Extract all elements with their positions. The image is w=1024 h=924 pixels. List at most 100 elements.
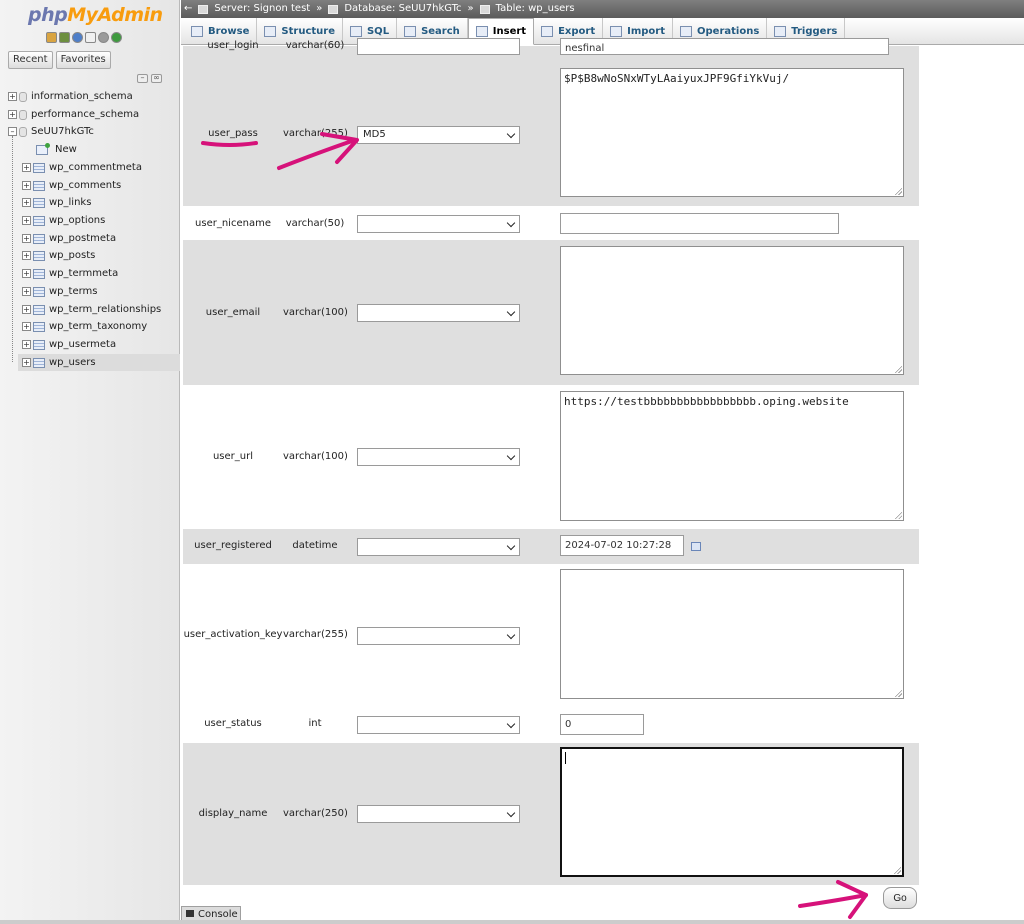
reload-icon[interactable] xyxy=(111,32,122,43)
expand-icon[interactable]: + xyxy=(22,251,31,260)
phpmyadmin-logo[interactable]: phpMyAdmin xyxy=(28,4,163,26)
resize-grip-icon[interactable] xyxy=(894,365,902,373)
value-textarea[interactable] xyxy=(560,747,904,877)
breadcrumb-separator: » xyxy=(316,3,323,14)
tree-table-wp-commentmeta[interactable]: + wp_commentmeta xyxy=(0,159,180,176)
resize-grip-icon[interactable] xyxy=(894,689,902,697)
tree-table-wp-usermeta[interactable]: + wp_usermeta xyxy=(0,336,180,353)
field-type: varchar(60) xyxy=(285,40,345,51)
expand-icon[interactable]: + xyxy=(22,163,31,172)
tree-table-wp-termmeta[interactable]: + wp_termmeta xyxy=(0,265,180,282)
favorites-tab[interactable]: Favorites xyxy=(55,51,111,69)
resize-grip-icon[interactable] xyxy=(893,866,901,874)
expand-icon[interactable]: + xyxy=(22,198,31,207)
value-textarea[interactable] xyxy=(560,246,904,375)
breadcrumb: ← Server: Signon test » Database: SeUU7h… xyxy=(181,0,1024,18)
function-select[interactable] xyxy=(357,627,520,645)
wrench-icon xyxy=(680,26,692,37)
field-name: user_activation_key xyxy=(183,629,283,640)
tree-label: wp_terms xyxy=(49,286,98,297)
field-row-user-activation-key: user_activation_key varchar(255) xyxy=(183,564,919,707)
new-table-icon xyxy=(36,142,50,155)
tree-db-seuu7hkgtc[interactable]: – SeUU7hkGTc xyxy=(0,123,180,140)
field-name: user_registered xyxy=(194,540,272,551)
expand-icon[interactable]: + xyxy=(22,358,31,367)
expand-icon[interactable]: + xyxy=(22,287,31,296)
settings-icon[interactable] xyxy=(98,32,109,43)
function-select[interactable] xyxy=(357,38,520,55)
chevron-down-icon xyxy=(506,451,516,461)
expand-icon[interactable]: + xyxy=(22,234,31,243)
expand-icon[interactable]: + xyxy=(22,305,31,314)
value-textarea[interactable]: https://testbbbbbbbbbbbbbbbbb.oping.webs… xyxy=(560,391,904,521)
table-icon xyxy=(33,197,45,208)
field-name: display_name xyxy=(198,808,268,819)
value-input[interactable]: 2024-07-02 10:27:28 xyxy=(560,535,684,556)
table-icon xyxy=(33,233,45,244)
home-icon[interactable] xyxy=(46,32,57,43)
tree-db-performance-schema[interactable]: + performance_schema xyxy=(0,106,180,123)
tree-db-information-schema[interactable]: + information_schema xyxy=(0,88,180,105)
tree-table-wp-term-relationships[interactable]: + wp_term_relationships xyxy=(0,301,180,318)
sql-icon xyxy=(349,26,362,37)
breadcrumb-table[interactable]: Table: wp_users xyxy=(496,0,575,18)
function-select[interactable] xyxy=(357,304,520,322)
documentation-icon[interactable] xyxy=(85,32,96,43)
expand-icon[interactable]: + xyxy=(22,269,31,278)
breadcrumb-database[interactable]: Database: SeUU7hkGTc xyxy=(344,0,461,18)
chevron-down-icon xyxy=(506,129,516,139)
tree-table-wp-links[interactable]: + wp_links xyxy=(0,194,180,211)
collapse-all-icon[interactable]: – xyxy=(137,74,148,83)
field-row-user-email: user_email varchar(100) xyxy=(183,240,919,385)
link-icon[interactable]: ∞ xyxy=(151,74,162,83)
tree-table-wp-terms[interactable]: + wp_terms xyxy=(0,283,180,300)
import-icon xyxy=(610,26,623,37)
database-icon xyxy=(328,4,339,14)
expand-icon[interactable]: + xyxy=(22,216,31,225)
value-textarea[interactable]: $P$B8wNoSNxWTyLAaiyuxJPF9GfiYkVuj/ xyxy=(560,68,904,197)
logout-icon[interactable] xyxy=(59,32,70,43)
value-textarea[interactable] xyxy=(560,569,904,699)
breadcrumb-server[interactable]: Server: Signon test xyxy=(214,0,310,18)
resize-grip-icon[interactable] xyxy=(894,511,902,519)
table-icon xyxy=(33,321,45,332)
expand-icon[interactable]: + xyxy=(8,110,17,119)
value-input[interactable]: nesfinal xyxy=(560,38,889,55)
function-select[interactable]: MD5 xyxy=(357,126,520,144)
field-row-user-login: user_login varchar(60) nesfinal xyxy=(183,38,919,60)
function-select[interactable] xyxy=(357,448,520,466)
tab-label: Insert xyxy=(492,26,527,37)
table-icon xyxy=(479,4,490,14)
tree-table-wp-posts[interactable]: + wp_posts xyxy=(0,247,180,264)
tree-table-wp-term-taxonomy[interactable]: + wp_term_taxonomy xyxy=(0,318,180,335)
console-icon xyxy=(186,910,194,917)
tree-new[interactable]: New xyxy=(0,141,180,158)
function-select[interactable] xyxy=(357,215,520,233)
expand-icon[interactable]: + xyxy=(22,340,31,349)
tree-table-wp-postmeta[interactable]: + wp_postmeta xyxy=(0,230,180,247)
field-type: datetime xyxy=(292,540,338,551)
tab-label: Operations xyxy=(697,26,760,37)
tree-table-wp-options[interactable]: + wp_options xyxy=(0,212,180,229)
function-select[interactable] xyxy=(357,716,520,734)
recent-tab[interactable]: Recent xyxy=(8,51,53,69)
resize-grip-icon[interactable] xyxy=(894,187,902,195)
expand-icon[interactable]: + xyxy=(22,322,31,331)
function-select[interactable] xyxy=(357,805,520,823)
tree-label: wp_commentmeta xyxy=(49,162,142,173)
tree-label: wp_links xyxy=(49,197,92,208)
tree-table-wp-comments[interactable]: + wp_comments xyxy=(0,177,180,194)
value-input[interactable]: 0 xyxy=(560,714,644,735)
tree-label: wp_postmeta xyxy=(49,233,117,244)
function-select[interactable] xyxy=(357,538,520,556)
help-icon[interactable] xyxy=(72,32,83,43)
collapse-icon[interactable]: – xyxy=(8,127,17,136)
calendar-icon[interactable] xyxy=(691,542,701,551)
expand-icon[interactable]: + xyxy=(22,181,31,190)
value-input[interactable] xyxy=(560,213,839,234)
back-arrow-icon[interactable]: ← xyxy=(184,0,192,18)
expand-icon[interactable]: + xyxy=(8,92,17,101)
table-icon xyxy=(33,162,45,173)
go-button[interactable]: Go xyxy=(883,887,917,909)
tree-table-wp-users[interactable]: + wp_users xyxy=(18,354,180,371)
